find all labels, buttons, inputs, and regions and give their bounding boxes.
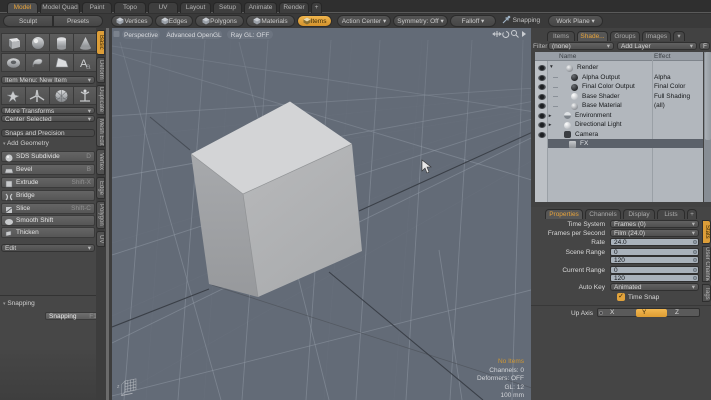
svg-text:Perspective: Perspective: [124, 32, 158, 39]
svg-text:Channels: 0: Channels: 0: [489, 367, 524, 374]
svg-text:Deformers: OFF: Deformers: OFF: [477, 375, 524, 382]
svg-text:100 mm: 100 mm: [501, 392, 524, 399]
svg-text:No Items: No Items: [498, 358, 525, 365]
svg-text:Ray GL: OFF: Ray GL: OFF: [231, 32, 270, 39]
svg-text:Advanced OpenGL: Advanced OpenGL: [166, 32, 222, 39]
svg-text:GL: 12: GL: 12: [504, 384, 524, 391]
svg-text:a: a: [86, 62, 91, 71]
